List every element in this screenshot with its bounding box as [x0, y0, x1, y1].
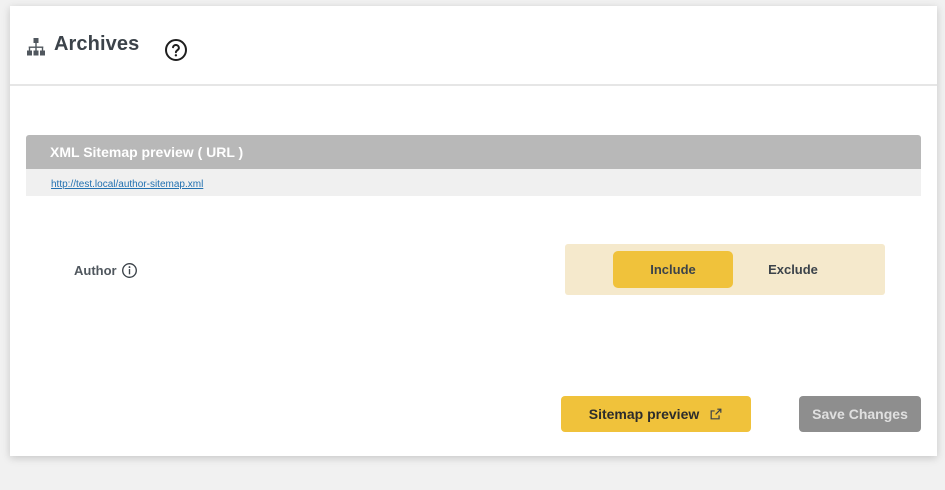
sitemap-url-link[interactable]: http://test.local/author-sitemap.xml — [51, 179, 203, 190]
sitemap-preview-button-label: Sitemap preview — [588, 406, 700, 422]
include-option[interactable]: Include — [613, 251, 733, 288]
info-icon[interactable] — [121, 262, 138, 279]
author-setting-label: Author — [74, 262, 138, 279]
external-link-icon — [710, 408, 722, 420]
save-changes-button[interactable]: Save Changes — [799, 396, 921, 432]
sitemap-preview-button[interactable]: Sitemap preview — [561, 396, 751, 432]
author-include-exclude-toggle: Include Exclude — [565, 244, 885, 295]
sitemap-icon — [27, 38, 45, 56]
sitemap-preview-box: XML Sitemap preview ( URL ) http://test.… — [26, 135, 921, 196]
page-title: Archives — [54, 33, 140, 55]
author-label-text: Author — [74, 263, 117, 278]
exclude-option[interactable]: Exclude — [733, 251, 853, 288]
settings-card: Archives XML Sitemap preview ( URL ) htt… — [10, 6, 937, 456]
card-header: Archives — [10, 6, 937, 86]
sitemap-preview-heading: XML Sitemap preview ( URL ) — [26, 135, 921, 169]
help-circle-icon[interactable] — [164, 38, 188, 62]
sitemap-preview-body: http://test.local/author-sitemap.xml — [26, 169, 921, 196]
